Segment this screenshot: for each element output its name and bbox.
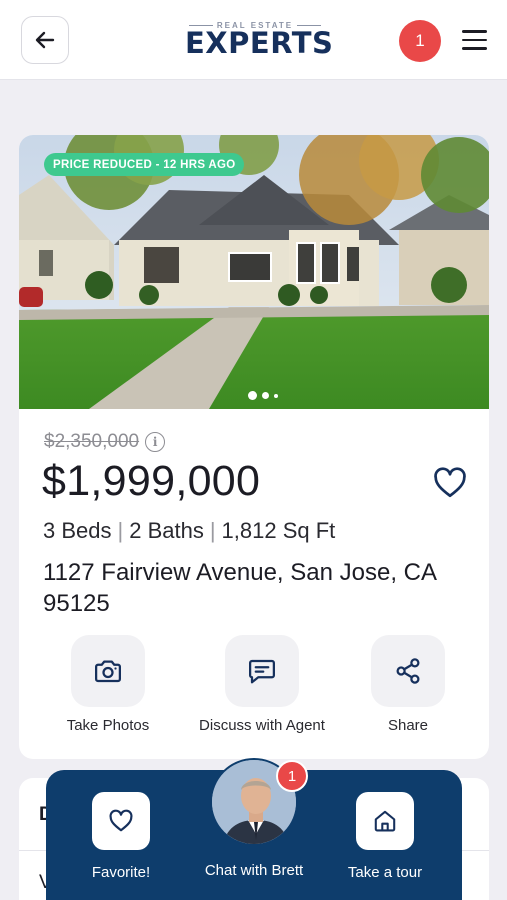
favorite-heart-button[interactable]: [431, 465, 469, 501]
share-button[interactable]: Share: [371, 635, 445, 734]
listing-card: PRICE REDUCED - 12 HRS AGO $2,350,000 i …: [19, 135, 489, 759]
heart-icon: [434, 467, 466, 498]
logo-wordmark: EXPERTS: [185, 26, 334, 60]
back-button[interactable]: [21, 16, 69, 64]
old-price-row: $2,350,000 i: [44, 431, 166, 453]
discuss-with-agent-label: Discuss with Agent: [199, 717, 325, 734]
property-address: 1127 Fairview Avenue, San Jose, CA 95125: [43, 559, 436, 617]
beds: 3 Beds: [43, 518, 112, 543]
property-specs: 3 Beds | 2 Baths | 1,812 Sq Ft: [43, 518, 336, 543]
old-price: $2,350,000: [44, 431, 140, 452]
take-a-tour-button[interactable]: Take a tour: [348, 792, 422, 881]
current-price: $1,999,000: [42, 457, 261, 505]
carousel-dot[interactable]: [262, 392, 269, 399]
app-header: REAL ESTATE EXPERTS 1: [0, 0, 507, 80]
listing-photo[interactable]: PRICE REDUCED - 12 HRS AGO: [19, 135, 489, 409]
hamburger-menu-icon[interactable]: [456, 24, 492, 56]
favorite-button[interactable]: Favorite!: [92, 792, 150, 881]
info-icon[interactable]: i: [145, 432, 166, 452]
carousel-dot[interactable]: [274, 393, 278, 398]
heart-icon: [109, 809, 133, 832]
home-icon: [374, 810, 396, 832]
take-photos-label: Take Photos: [66, 717, 150, 734]
camera-icon: [95, 660, 121, 683]
brand-logo[interactable]: REAL ESTATE EXPERTS: [185, 21, 334, 60]
chat-with-agent-label[interactable]: Chat with Brett: [176, 862, 332, 879]
take-a-tour-label: Take a tour: [347, 864, 423, 881]
discuss-with-agent-button[interactable]: Discuss with Agent: [199, 635, 325, 734]
baths: 2 Baths: [129, 518, 204, 543]
take-photos-button[interactable]: Take Photos: [67, 635, 149, 734]
carousel-dot-active[interactable]: [248, 391, 257, 400]
share-icon: [396, 658, 420, 684]
chat-notification-badge[interactable]: 1: [276, 760, 308, 792]
share-label: Share: [387, 717, 429, 734]
chat-icon: [249, 659, 275, 684]
notification-badge[interactable]: 1: [399, 20, 441, 62]
square-feet: 1,812 Sq Ft: [221, 518, 336, 543]
favorite-label: Favorite!: [91, 864, 151, 881]
price-reduced-tag: PRICE REDUCED - 12 HRS AGO: [44, 153, 245, 176]
bottom-action-bar: Favorite! 1 Chat with Brett Take a tour: [46, 758, 462, 900]
arrow-left-icon: [35, 31, 55, 49]
photo-carousel-dots[interactable]: [248, 391, 278, 400]
